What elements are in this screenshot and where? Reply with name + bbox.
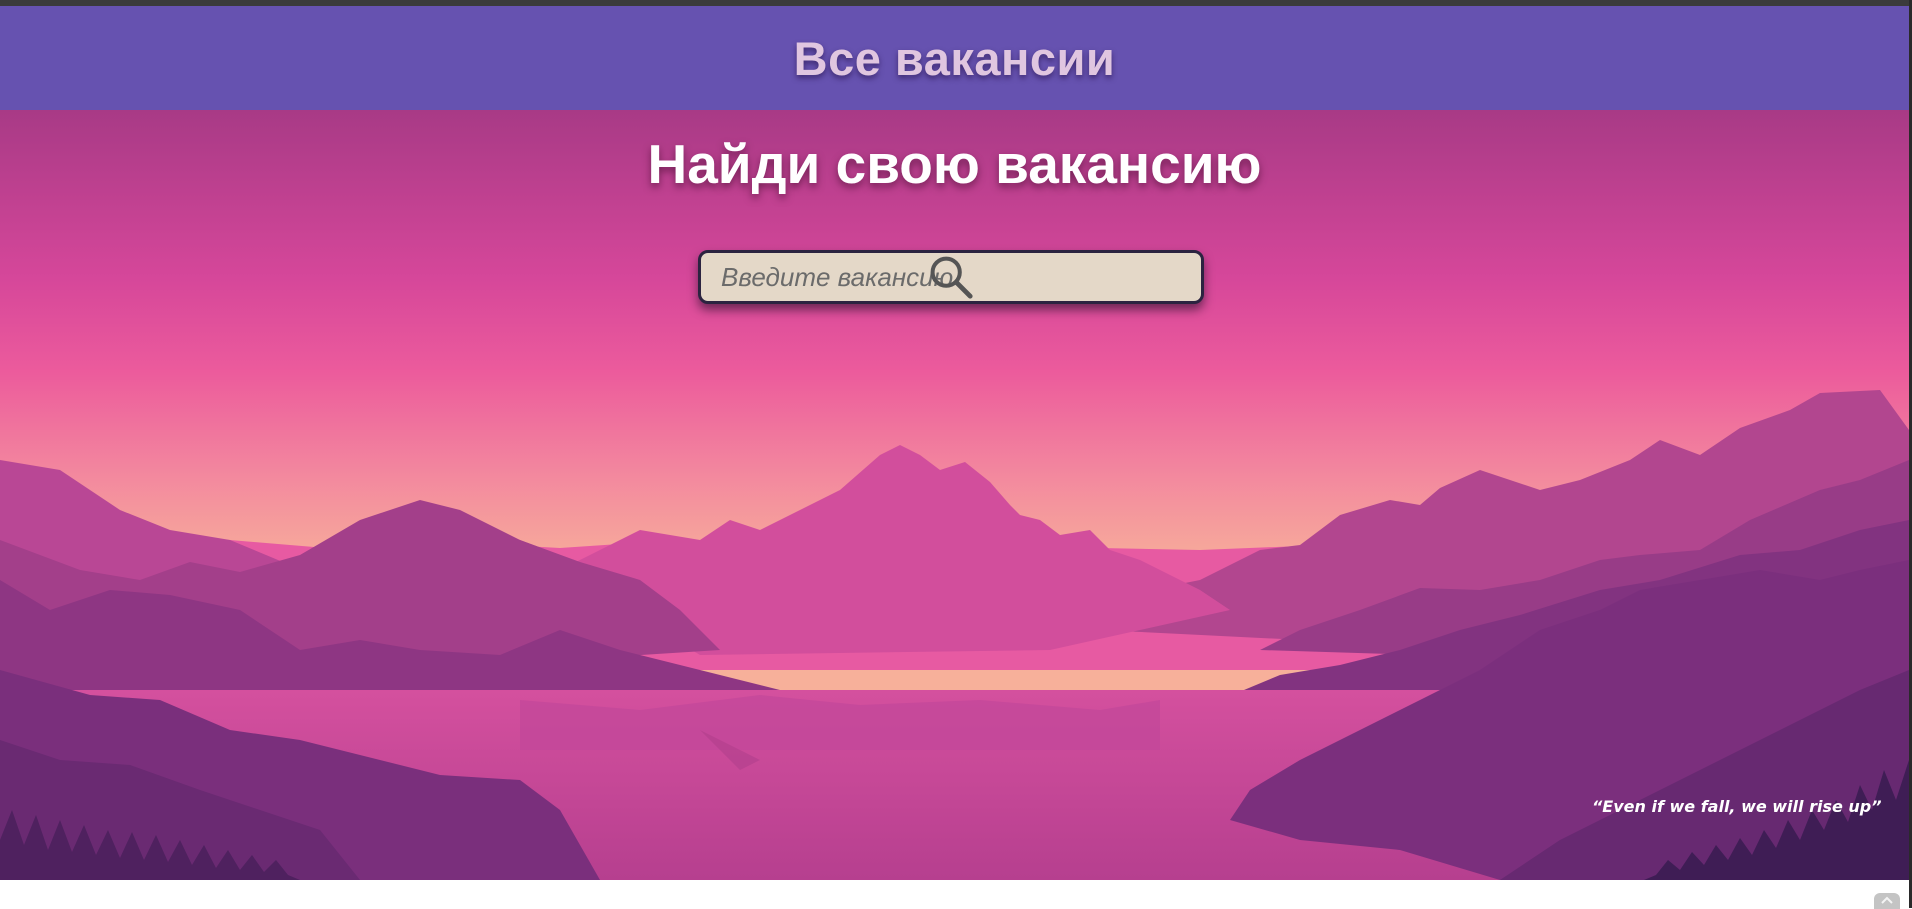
mountain-landscape-background xyxy=(0,110,1909,880)
search-box[interactable] xyxy=(698,250,1204,304)
search-icon[interactable] xyxy=(930,256,1185,299)
hero-section: Найди свою вакансию “Even if we fall, we… xyxy=(0,110,1909,880)
page: Все вакансии Найди свою вакансию Введите… xyxy=(0,6,1909,908)
page-title[interactable]: Все вакансии xyxy=(794,31,1116,86)
header-bar: Все вакансии xyxy=(0,6,1909,110)
scroll-up-icon[interactable] xyxy=(1874,893,1900,909)
quote-text: “Even if we fall, we will rise up” xyxy=(1592,797,1882,816)
hero-title: Найди свою вакансию xyxy=(647,133,1262,195)
